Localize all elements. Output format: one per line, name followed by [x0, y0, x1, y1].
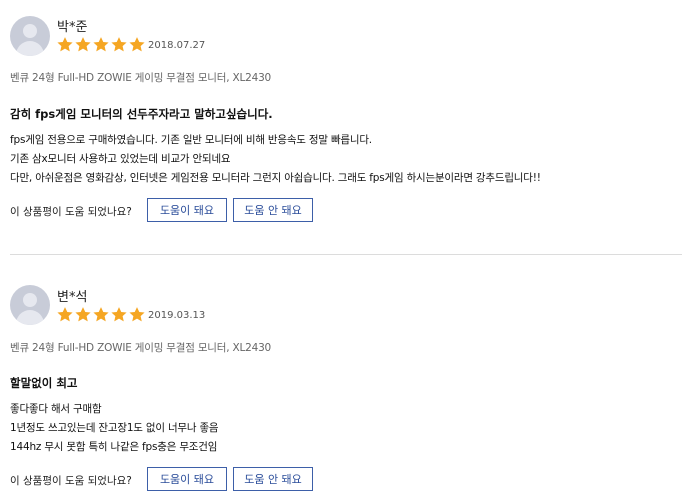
review-text-line: 다만, 아쉬운점은 영화감상, 인터넷은 게임전용 모니터라 그런지 아쉽습니다…	[10, 172, 541, 184]
review-text-line: fps게임 전용으로 구매하였습니다. 기존 일반 모니터에 비해 반응속도 정…	[10, 134, 372, 146]
star-icon	[128, 306, 146, 323]
helpful-question: 이 상품평이 도움 되었나요?	[10, 475, 132, 487]
reviewer-name: 박*준	[57, 20, 88, 35]
review-title: 감히 fps게임 모니터의 선두주자라고 말하고싶습니다.	[10, 107, 273, 121]
helpful-question: 이 상품평이 도움 되었나요?	[10, 206, 132, 218]
star-icon	[128, 36, 146, 53]
helpful-yes-button[interactable]: 도움이 돼요	[147, 198, 227, 222]
helpful-no-button[interactable]: 도움 안 돼요	[233, 467, 313, 491]
review-divider	[10, 254, 682, 255]
product-name: 벤큐 24형 Full-HD ZOWIE 게이밍 무결점 모니터, XL2430	[10, 342, 272, 354]
reviewer-name: 변*석	[57, 290, 88, 305]
review-text-line: 기존 삼x모니터 사용하고 있었는데 비교가 안되네요	[10, 153, 231, 165]
review-text-line: 144hz 무시 못함 특히 나같은 fps충은 무조건임	[10, 441, 218, 453]
star-icon	[92, 306, 110, 323]
star-icon	[110, 306, 128, 323]
review-text-line: 좋다좋다 해서 구매함	[10, 403, 102, 415]
avatar	[10, 285, 50, 325]
star-rating	[56, 306, 146, 323]
star-icon	[74, 306, 92, 323]
star-rating	[56, 36, 146, 53]
helpful-yes-button[interactable]: 도움이 돼요	[147, 467, 227, 491]
review-date: 2019.03.13	[148, 310, 206, 321]
helpful-no-button[interactable]: 도움 안 돼요	[233, 198, 313, 222]
star-icon	[92, 36, 110, 53]
star-icon	[56, 36, 74, 53]
avatar	[10, 16, 50, 56]
review-date: 2018.07.27	[148, 40, 206, 51]
star-icon	[74, 36, 92, 53]
review-text-line: 1년정도 쓰고있는데 잔고장1도 없이 너무나 좋음	[10, 422, 219, 434]
star-icon	[56, 306, 74, 323]
star-icon	[110, 36, 128, 53]
product-name: 벤큐 24형 Full-HD ZOWIE 게이밍 무결점 모니터, XL2430	[10, 72, 272, 84]
review-title: 할말없이 최고	[10, 376, 78, 390]
